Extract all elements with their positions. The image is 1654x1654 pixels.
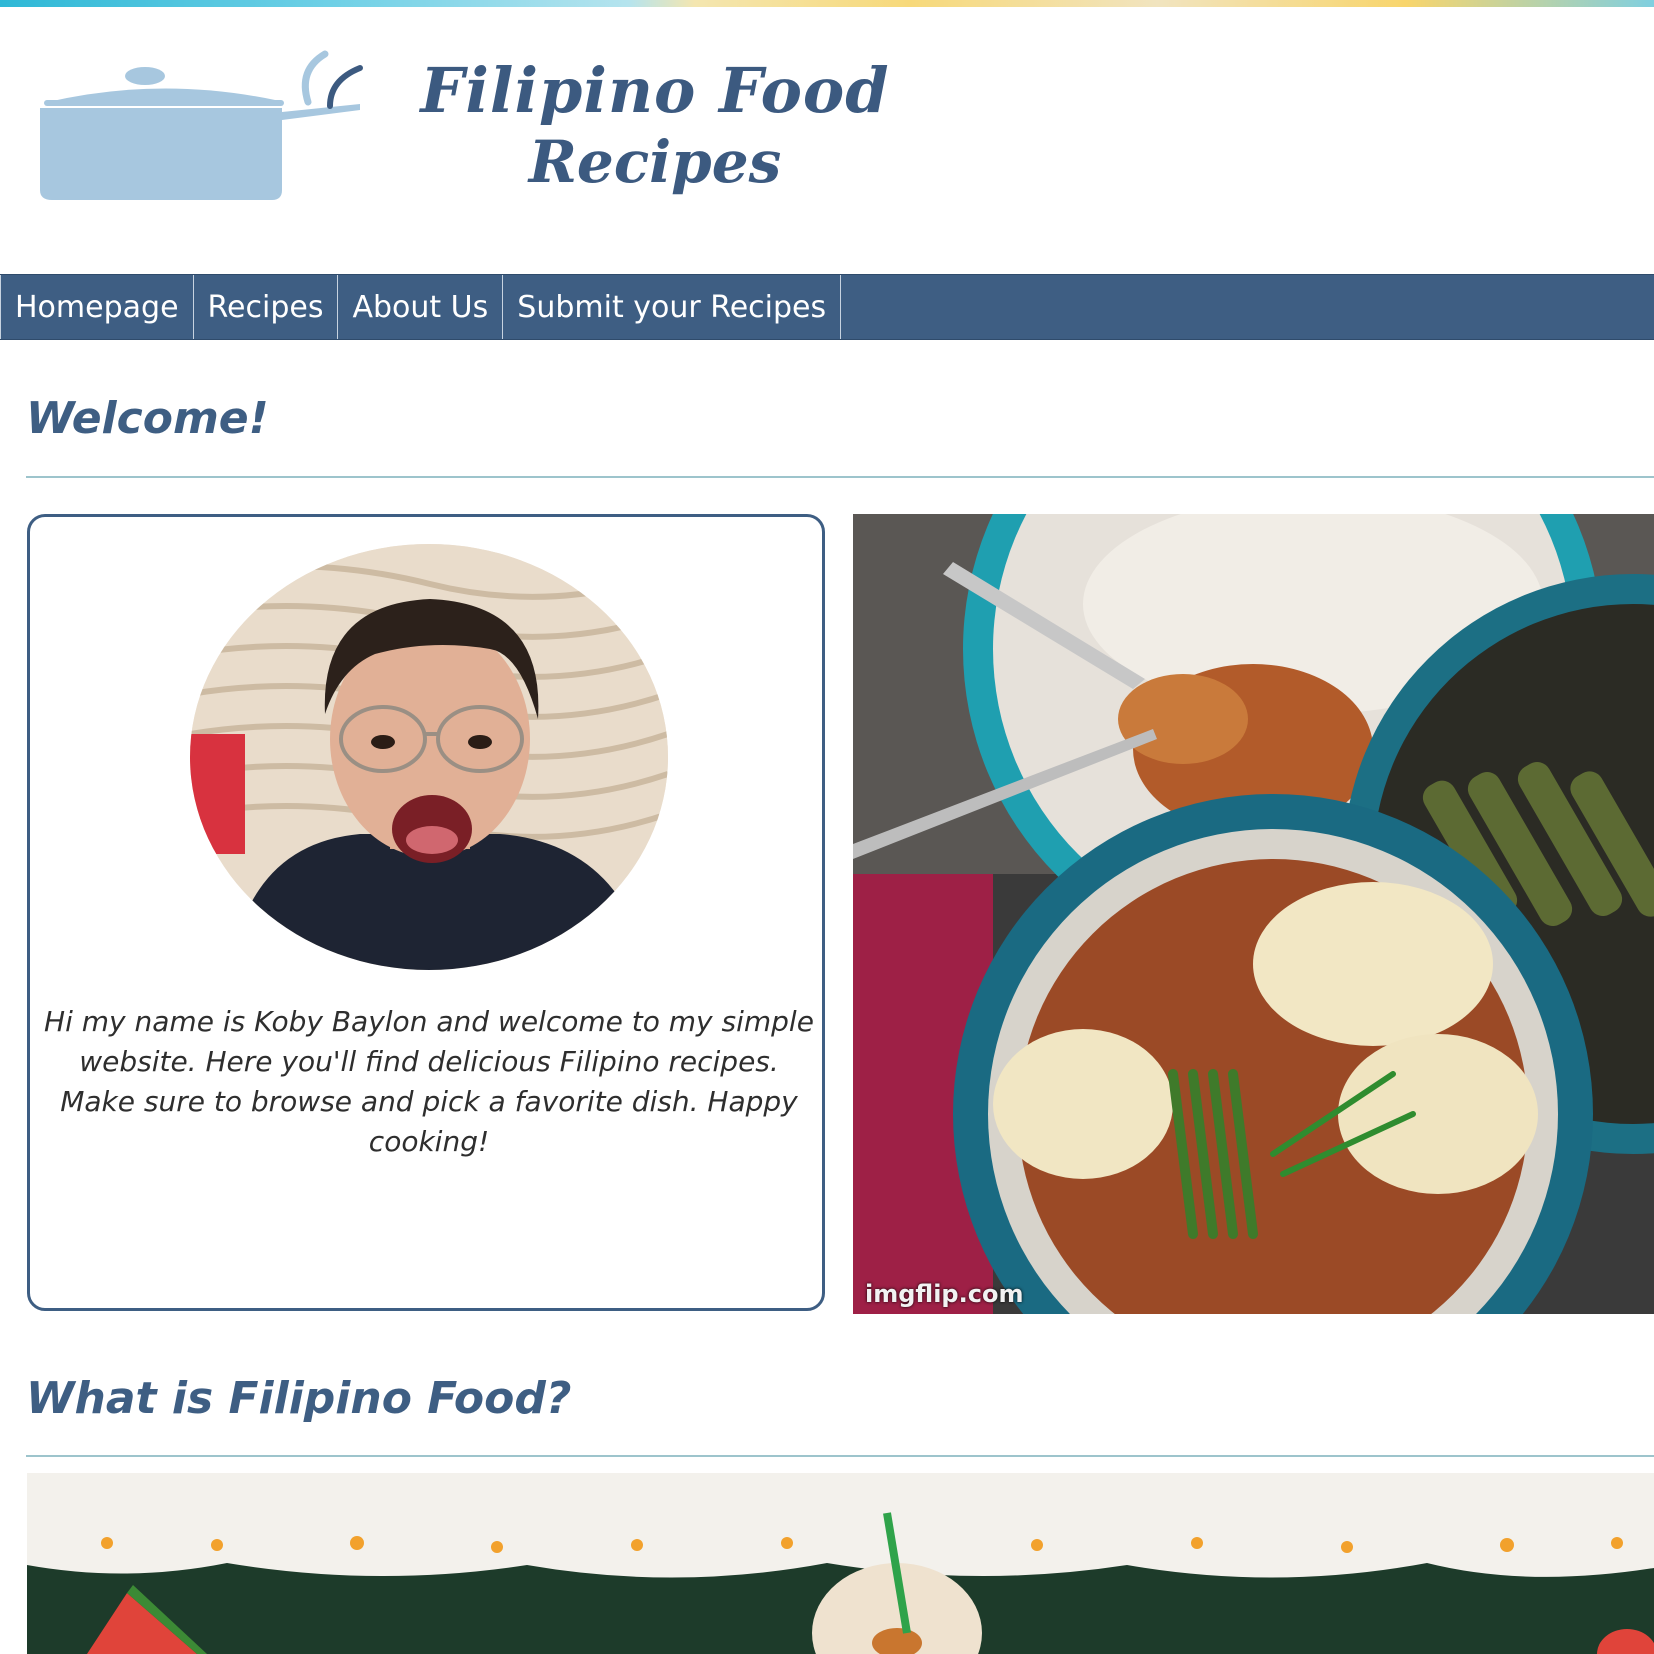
welcome-card: Hi my name is Koby Baylon and welcome to… [27,514,825,1311]
rice-banner-illustration [27,1473,1654,1654]
cooking-pot-icon [40,50,363,200]
logo-title-line1: Filipino Food [420,54,890,127]
main-nav: Homepage Recipes About Us Submit your Re… [0,274,1654,340]
nav-homepage[interactable]: Homepage [0,275,194,339]
top-banner-strip [0,0,1654,7]
what-is-filipino-food-heading: What is Filipino Food? [26,1373,572,1424]
intro-paragraph: Hi my name is Koby Baylon and welcome to… [44,1005,814,1158]
welcome-heading: Welcome! [26,393,269,444]
welcome-divider [26,476,1654,478]
nav-submit-recipes[interactable]: Submit your Recipes [503,275,842,339]
site-logo[interactable]: Filipino Food Recipes [30,40,890,230]
what-is-divider [26,1455,1654,1457]
logo-title-line2: Recipes [528,128,782,196]
nav-recipes[interactable]: Recipes [194,275,339,339]
profile-photo [190,544,668,970]
nav-about-us[interactable]: About Us [338,275,504,339]
avatar [190,544,668,970]
boodle-fight-photo [27,1473,1654,1654]
imgflip-watermark: imgflip.com [865,1280,1024,1308]
food-illustration [853,514,1654,1314]
filipino-dishes-photo: imgflip.com [853,514,1654,1314]
